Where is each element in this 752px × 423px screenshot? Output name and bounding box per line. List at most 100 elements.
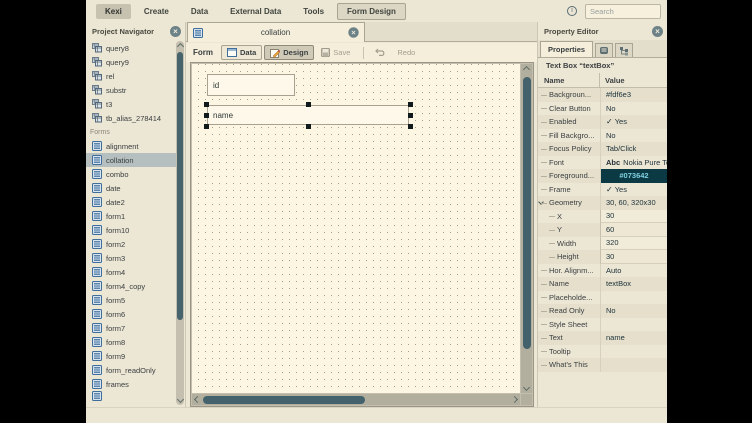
property-value[interactable]: 30 — [600, 210, 667, 224]
sidebar-item-form5[interactable]: form5 — [86, 293, 176, 307]
property-row-y[interactable]: Y60 — [538, 223, 667, 237]
sidebar-item-query9[interactable]: query9 — [86, 55, 176, 69]
property-row-tooltip[interactable]: Tooltip — [538, 345, 667, 359]
property-row-foreground-[interactable]: Foreground...#073642 — [538, 169, 667, 183]
sidebar-item-collation[interactable]: collation — [86, 153, 176, 167]
data-view-button[interactable]: Data — [221, 45, 262, 60]
sidebar-item-form7[interactable]: form7 — [86, 321, 176, 335]
property-value[interactable]: name — [600, 331, 667, 345]
selection-handle[interactable] — [204, 102, 209, 107]
property-value[interactable]: No — [600, 129, 667, 143]
sidebar-item-substr[interactable]: substr — [86, 83, 176, 97]
property-value[interactable] — [600, 318, 667, 332]
property-value[interactable]: #fdf6e3 — [600, 88, 667, 102]
property-row-enabled[interactable]: Enabled✓Yes — [538, 115, 667, 129]
property-value[interactable] — [600, 291, 667, 305]
canvas-vertical-scrollbar[interactable] — [521, 64, 532, 393]
selection-handle[interactable] — [306, 124, 311, 129]
undo-button[interactable] — [370, 45, 390, 60]
property-row-text[interactable]: Textname — [538, 331, 667, 345]
sidebar-item-date[interactable]: date — [86, 181, 176, 195]
canvas-horizontal-scrollbar[interactable] — [192, 394, 520, 405]
property-value[interactable]: ✓Yes — [600, 183, 667, 197]
property-row-backgroun-[interactable]: Backgroun...#fdf6e3 — [538, 88, 667, 102]
scrollbar-thumb[interactable] — [523, 77, 531, 349]
search-input[interactable] — [585, 4, 661, 19]
scrollbar-thumb[interactable] — [203, 396, 365, 404]
sidebar-item-form8[interactable]: form8 — [86, 335, 176, 349]
sidebar-item-form9[interactable]: form9 — [86, 349, 176, 363]
scroll-down-icon[interactable] — [176, 396, 183, 403]
sidebar-item-query8[interactable]: query8 — [86, 41, 176, 55]
sidebar-item-form1[interactable]: form1 — [86, 209, 176, 223]
property-value[interactable]: Tab/Click — [600, 142, 667, 156]
sidebar-item-form10[interactable]: form10 — [86, 223, 176, 237]
property-value[interactable]: 60 — [600, 223, 667, 237]
sidebar-item-combo[interactable]: combo — [86, 167, 176, 181]
close-icon[interactable]: × — [652, 26, 663, 37]
property-value[interactable] — [600, 345, 667, 359]
scroll-right-icon[interactable] — [511, 396, 518, 403]
sidebar-item-tb_alias_278414[interactable]: tb_alias_278414 — [86, 111, 176, 125]
property-row-focus-policy[interactable]: Focus PolicyTab/Click — [538, 142, 667, 156]
close-icon[interactable]: × — [170, 26, 181, 37]
property-row-x[interactable]: X30 — [538, 210, 667, 224]
property-value[interactable]: 30 — [600, 250, 667, 264]
property-value[interactable]: 30, 60, 320x30 — [600, 196, 667, 210]
property-row-frame[interactable]: Frame✓Yes — [538, 183, 667, 197]
property-value[interactable]: ✓Yes — [600, 115, 667, 129]
sidebar-item-form2[interactable]: form2 — [86, 237, 176, 251]
property-row-width[interactable]: Width320 — [538, 237, 667, 251]
scroll-down-icon[interactable] — [523, 384, 530, 391]
property-value[interactable]: No — [600, 304, 667, 318]
sidebar-item-form4[interactable]: form4 — [86, 265, 176, 279]
menu-tab-kexi[interactable]: Kexi — [96, 4, 131, 19]
sidebar-item-rel[interactable]: rel — [86, 69, 176, 83]
scroll-left-icon[interactable] — [194, 396, 201, 403]
info-icon[interactable]: i — [567, 6, 577, 16]
navigator-scrollbar[interactable] — [176, 41, 184, 405]
sidebar-item-form4_copy[interactable]: form4_copy — [86, 279, 176, 293]
redo-button[interactable]: Redo — [392, 45, 420, 60]
scroll-up-icon[interactable] — [523, 66, 530, 73]
property-row-height[interactable]: Height30 — [538, 250, 667, 264]
property-value[interactable]: 320 — [600, 237, 667, 251]
property-value[interactable]: textBox — [600, 277, 667, 291]
scroll-up-icon[interactable] — [176, 43, 183, 50]
design-view-button[interactable]: Design — [264, 45, 314, 60]
property-row-style-sheet[interactable]: Style Sheet — [538, 318, 667, 332]
sidebar-item-t3[interactable]: t3 — [86, 97, 176, 111]
property-row-name[interactable]: NametextBox — [538, 277, 667, 291]
document-tab-collation[interactable]: collation × — [187, 22, 365, 42]
property-row-what-s-this[interactable]: What's This — [538, 358, 667, 372]
menu-tab-form-design[interactable]: Form Design — [337, 3, 406, 20]
close-tab-icon[interactable]: × — [348, 27, 358, 37]
property-row-hor-alignm-[interactable]: Hor. Alignm...Auto — [538, 264, 667, 278]
sidebar-item-date2[interactable]: date2 — [86, 195, 176, 209]
sidebar-item-alignment[interactable]: alignment — [86, 139, 176, 153]
property-row-clear-button[interactable]: Clear ButtonNo — [538, 102, 667, 116]
property-row-fill-backgro-[interactable]: Fill Backgro...No — [538, 129, 667, 143]
scrollbar-thumb[interactable] — [177, 52, 183, 320]
tab-properties[interactable]: Properties — [540, 41, 593, 57]
property-value[interactable]: Auto — [600, 264, 667, 278]
property-value[interactable]: AbcNokia Pure Te... — [600, 156, 667, 170]
selection-handle[interactable] — [408, 102, 413, 107]
property-value[interactable]: #073642 — [600, 169, 667, 183]
sidebar-item-frames[interactable]: frames — [86, 377, 176, 391]
property-value[interactable] — [600, 358, 667, 372]
save-button[interactable]: Save — [316, 45, 355, 60]
sidebar-item-form3[interactable]: form3 — [86, 251, 176, 265]
tab-data-source[interactable] — [595, 43, 613, 57]
property-row-geometry[interactable]: Geometry30, 60, 320x30 — [538, 196, 667, 210]
textbox-widget-name[interactable]: name — [207, 105, 409, 125]
menu-tab-data[interactable]: Data — [182, 4, 217, 19]
selection-handle[interactable] — [408, 113, 413, 118]
textbox-widget-id[interactable]: id — [207, 74, 295, 96]
selection-handle[interactable] — [204, 124, 209, 129]
property-row-placeholde-[interactable]: Placeholde... — [538, 291, 667, 305]
menu-tab-tools[interactable]: Tools — [294, 4, 333, 19]
menu-tab-create[interactable]: Create — [135, 4, 178, 19]
menu-tab-external-data[interactable]: External Data — [221, 4, 290, 19]
property-row-font[interactable]: FontAbcNokia Pure Te... — [538, 156, 667, 170]
